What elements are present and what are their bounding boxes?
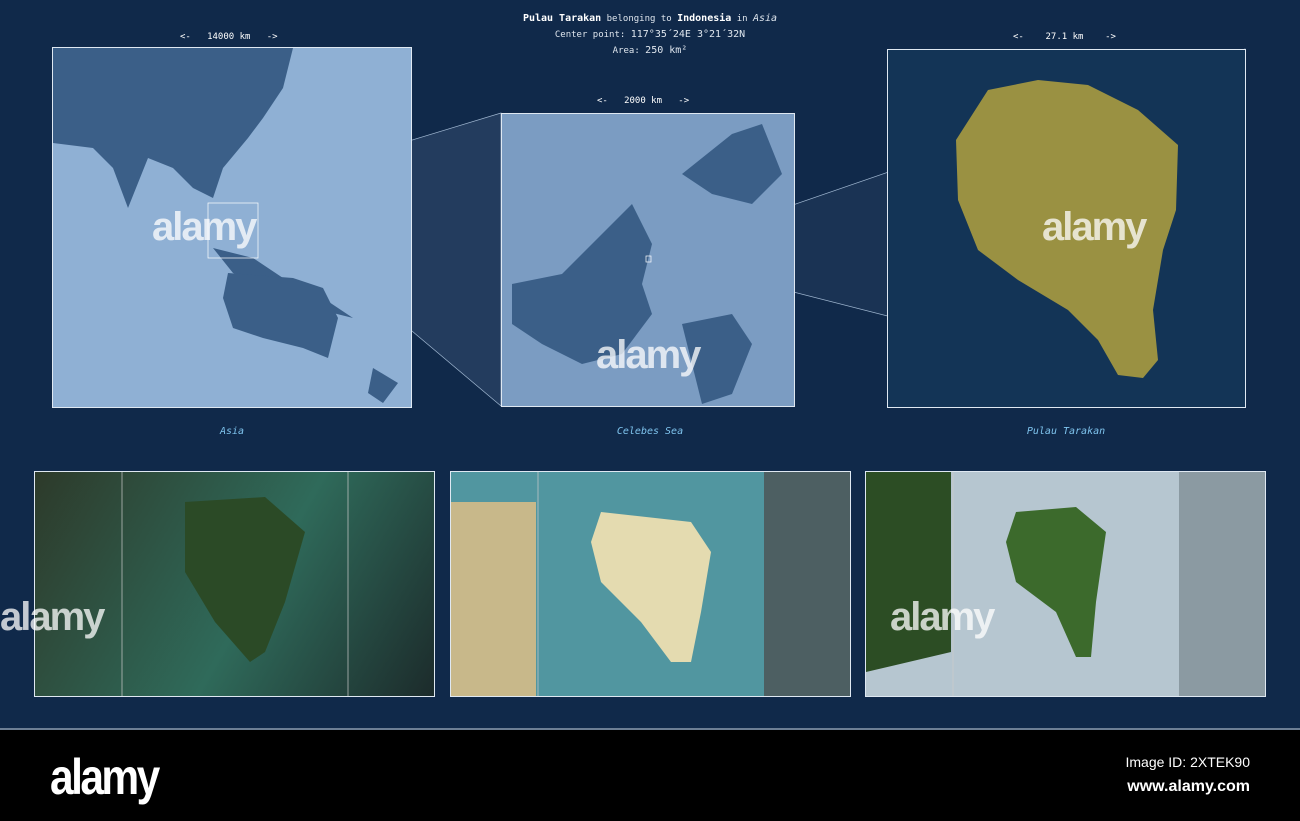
topographic-map-panel[interactable] <box>450 471 851 697</box>
scale-bar-tarakan: <- 27.1 km -> <box>1013 32 1116 42</box>
caption-asia: Asia <box>219 426 245 437</box>
scale-bar-celebes: <- 2000 km -> <box>597 96 690 106</box>
site-url[interactable]: www.alamy.com <box>1127 778 1250 796</box>
watermark: alamy <box>152 205 257 249</box>
relief-map-panel[interactable] <box>865 471 1266 697</box>
footer: alamy Image ID: 2XTEK90 www.alamy.com <box>0 730 1300 821</box>
relief-island <box>866 472 1265 696</box>
topo-island <box>451 472 850 696</box>
map-canvas: Pulau Tarakan belonging to Indonesia in … <box>0 0 1300 730</box>
watermark: alamy <box>0 595 105 639</box>
watermark: alamy <box>1042 205 1147 249</box>
satellite-island <box>121 472 349 696</box>
satellite-image-panel[interactable] <box>34 471 435 697</box>
caption-pulau-tarakan: Pulau Tarakan <box>1026 426 1106 437</box>
watermark: alamy <box>596 333 701 377</box>
caption-celebes-sea: Celebes Sea <box>616 426 684 437</box>
watermark: alamy <box>890 595 995 639</box>
scale-bar-asia: <- 14000 km -> <box>180 32 278 42</box>
image-id: Image ID: 2XTEK90 <box>1125 754 1250 770</box>
alamy-logo: alamy <box>50 749 160 805</box>
